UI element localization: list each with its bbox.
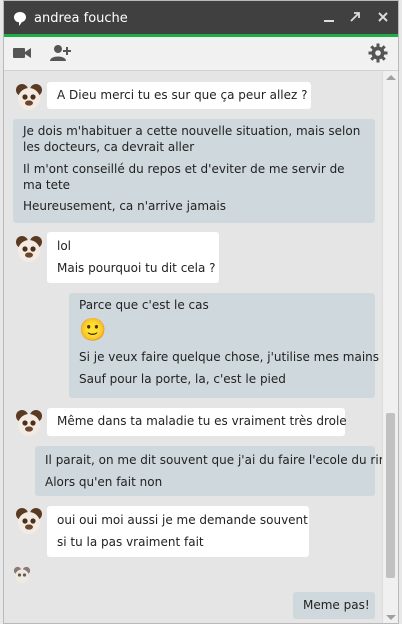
message-outgoing: Parce que c'est le cas 🙂 Si je veux fair… (69, 293, 380, 398)
message-outgoing: Je dois m'habituer a cette nouvelle situ… (13, 119, 375, 223)
title-bar[interactable]: andrea fouche (4, 1, 398, 37)
close-icon[interactable] (374, 10, 392, 28)
smiley-emoji: 🙂 (79, 318, 107, 343)
message-text: Même dans ta maladie tu es vraiment très… (57, 414, 347, 428)
message-text: Je dois m'habituer a cette nouvelle situ… (23, 124, 361, 154)
popout-icon[interactable] (346, 10, 364, 28)
message-text: Meme pas! (303, 598, 370, 612)
scroll-up-icon[interactable] (386, 75, 396, 80)
chat-bubble-icon (14, 12, 26, 26)
message-incoming: lol Mais pourquoi tu dit cela ? (47, 232, 219, 283)
message-text: Sauf pour la porte, la, c'est le pied (79, 372, 286, 386)
message-text: Mais pourquoi tu dit cela ? (57, 261, 216, 275)
settings-icon[interactable] (368, 43, 388, 67)
message-text: Heureusement, ca n'arrive jamais (23, 199, 226, 213)
message-incoming: oui oui moi aussi je me demande souvent … (47, 506, 309, 557)
message-outgoing: Il parait, on me dit souvent que j'ai du… (35, 446, 391, 496)
chat-toolbar (4, 37, 398, 71)
message-text: Parce que c'est le cas (79, 298, 209, 312)
message-outgoing: Meme pas! (293, 592, 375, 619)
add-person-icon[interactable] (50, 44, 72, 66)
message-text: oui oui moi aussi je me demande souvent (57, 513, 308, 527)
chat-window: andrea fouche A Dieu merci tu es sur que… (3, 0, 399, 624)
message-text: Il parait, on me dit souvent que j'ai du… (45, 453, 391, 467)
message-text: Si je veux faire quelque chose, j'utilis… (79, 350, 380, 364)
message-incoming: Même dans ta maladie tu es vraiment très… (47, 408, 347, 436)
window-title: andrea fouche (34, 11, 128, 26)
message-text: Alors qu'en fait non (45, 475, 163, 489)
message-list[interactable]: A Dieu merci tu es sur que ça peur allez… (4, 71, 391, 623)
contact-avatar (16, 410, 42, 436)
contact-avatar (16, 508, 42, 534)
message-text: si tu la pas vraiment fait (57, 535, 204, 549)
scrollbar-thumb[interactable] (386, 413, 395, 578)
message-incoming: A Dieu merci tu es sur que ça peur allez… (47, 82, 311, 109)
video-call-icon[interactable] (12, 44, 32, 66)
contact-avatar (16, 236, 42, 262)
minimize-icon[interactable] (320, 10, 338, 28)
message-text: lol (57, 239, 72, 253)
scroll-down-icon[interactable] (386, 615, 396, 620)
contact-avatar-small (13, 566, 31, 584)
scrollbar[interactable] (382, 71, 398, 623)
contact-avatar (16, 84, 42, 110)
message-text: Il m'ont conseillé du repos et d'eviter … (23, 162, 345, 192)
message-text: A Dieu merci tu es sur que ça peur allez… (57, 88, 308, 102)
